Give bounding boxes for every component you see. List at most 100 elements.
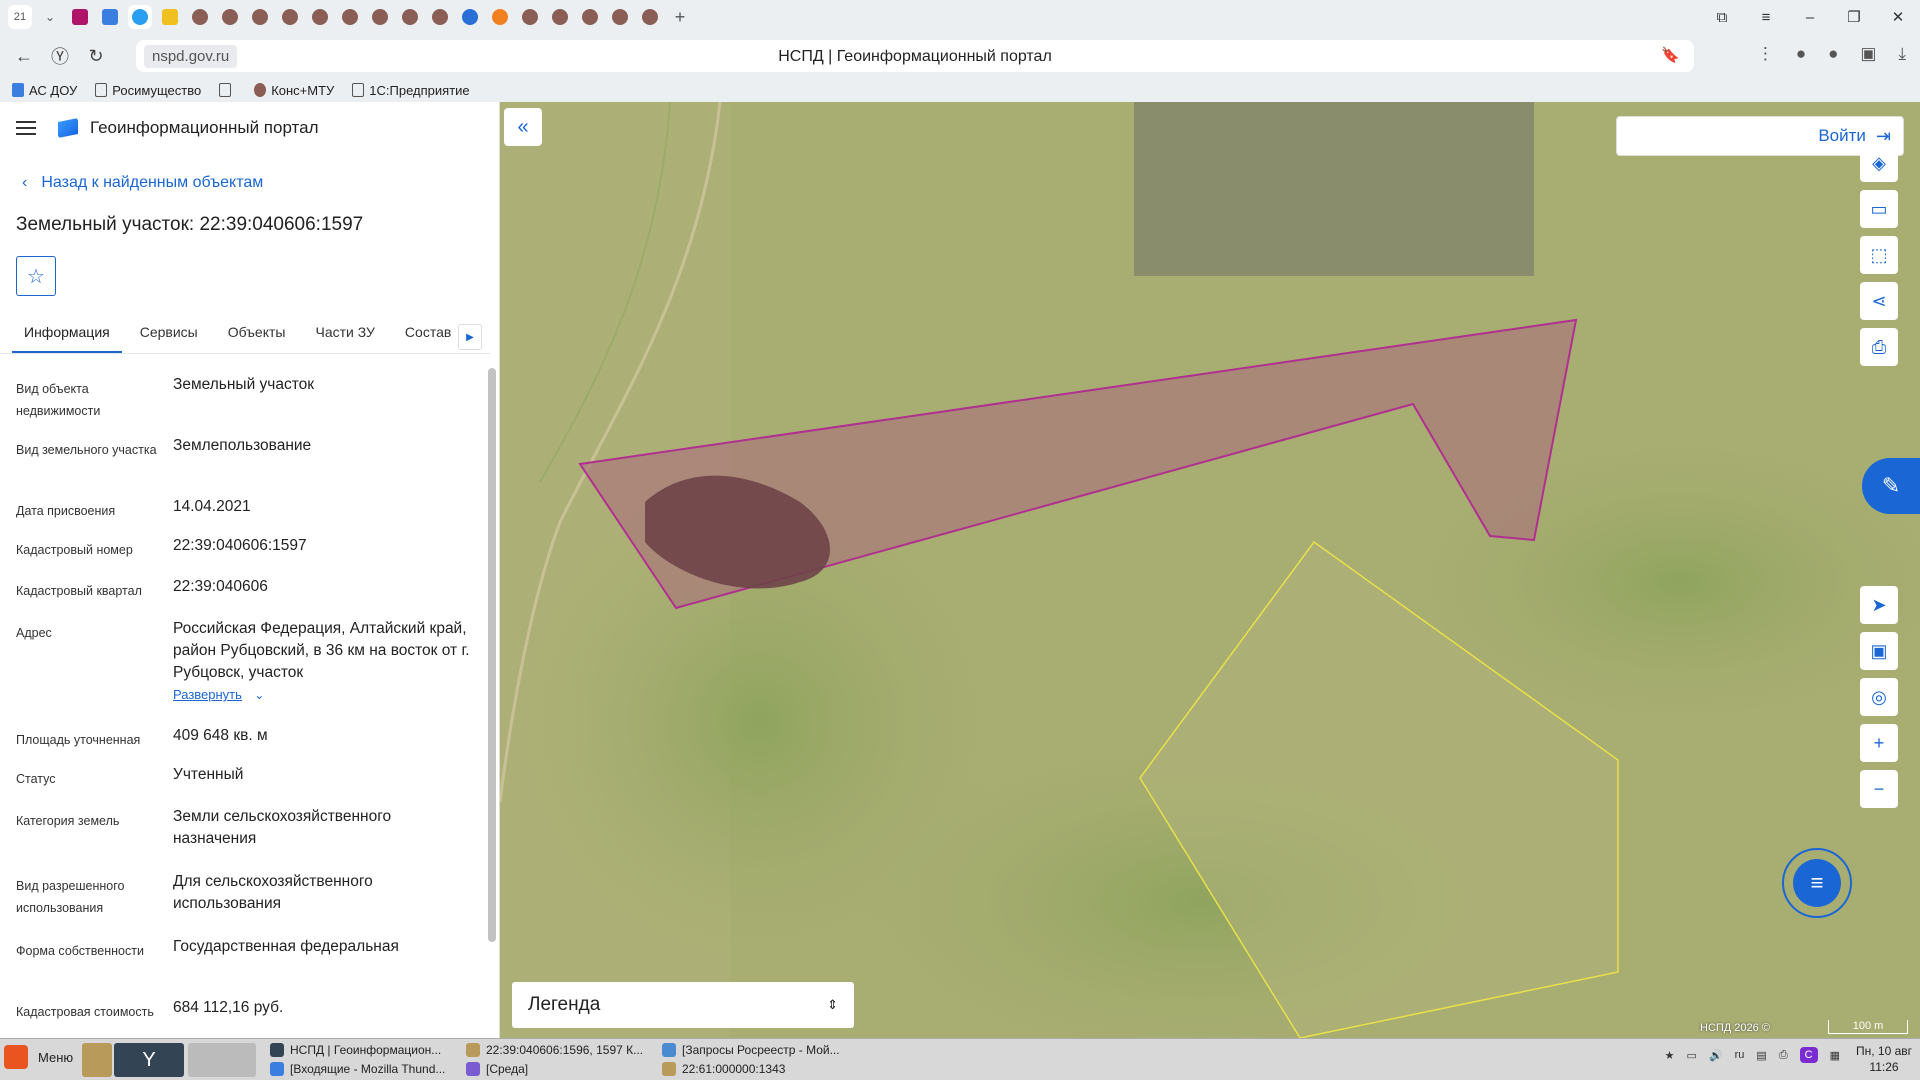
tab-favicon[interactable] <box>518 5 542 29</box>
back-arrow-icon[interactable]: ← <box>6 46 42 67</box>
property-row: Форма собственности Государственная феде… <box>16 934 476 995</box>
monitor-tray-icon[interactable]: ▭ <box>1687 1049 1697 1062</box>
minimize-icon[interactable]: – <box>1788 9 1832 26</box>
reload-icon[interactable]: ↻ <box>78 46 114 67</box>
tab-favicon[interactable] <box>368 5 392 29</box>
restore-icon[interactable]: ❐ <box>1832 8 1876 26</box>
search-point-button[interactable]: ◎ <box>1860 678 1898 716</box>
extension-icon[interactable]: ● <box>1828 44 1838 64</box>
bookmark-item[interactable]: 1С:Предприятие <box>352 83 470 98</box>
tab-favicon[interactable] <box>188 5 212 29</box>
tab-favicon[interactable] <box>308 5 332 29</box>
bookmark-icon[interactable]: 🔖 <box>1661 46 1680 64</box>
start-menu-button[interactable]: Меню <box>4 1045 73 1069</box>
pin-icon[interactable]: ⧉ <box>1700 9 1744 26</box>
tab-favicon[interactable] <box>398 5 422 29</box>
tab-favicon[interactable] <box>158 5 182 29</box>
property-value: 14.04.2021 <box>173 498 251 515</box>
tabs-scroll-right-icon[interactable]: ▶ <box>458 324 482 350</box>
extension-icon[interactable]: ● <box>1796 44 1806 64</box>
chevron-down-icon[interactable]: ⌄ <box>254 688 264 702</box>
tab-favicon[interactable] <box>338 5 362 29</box>
tab-favicon[interactable] <box>248 5 272 29</box>
map-view[interactable]: « Войти ⇥ ◈ ▭ ⬚ ⋖ ⎙ ✎ ➤ ▣ ◎ + − ≡ Легенд… <box>500 102 1920 1038</box>
new-tab-icon[interactable]: + <box>668 5 692 29</box>
tab-favicon[interactable] <box>548 5 572 29</box>
tab-favicon[interactable] <box>638 5 662 29</box>
app-tray-icon[interactable]: C <box>1799 1047 1818 1063</box>
yandex-browser-launcher[interactable]: Y <box>114 1043 184 1077</box>
more-icon[interactable]: ⋮ <box>1757 44 1774 64</box>
downloads-icon[interactable]: ⤓ <box>1898 44 1906 64</box>
tab-favicon[interactable] <box>278 5 302 29</box>
tab-counter[interactable]: 21 <box>8 5 32 29</box>
tab-favicon[interactable] <box>68 5 92 29</box>
tabs-dropdown-icon[interactable]: ⌄ <box>38 5 62 29</box>
expand-address-link[interactable]: Развернуть <box>173 687 242 702</box>
os-taskbar: Меню Y НСПД | Геоинформацион... [Входящи… <box>0 1038 1920 1080</box>
menu-icon[interactable]: ≡ <box>1744 9 1788 26</box>
feedback-tab[interactable]: ✎ <box>1862 458 1920 514</box>
panel-scrollbar[interactable] <box>486 358 498 1038</box>
file-manager-icon[interactable] <box>82 1043 112 1077</box>
folder-tray-icon[interactable]: ▤ <box>1756 1049 1766 1062</box>
favorite-star-button[interactable]: ☆ <box>16 256 56 296</box>
property-row: Дата присвоения 14.04.2021 <box>16 494 476 533</box>
taskbar-task[interactable]: [Входящие - Mozilla Thund... <box>270 1062 445 1076</box>
chat-assistant-button[interactable]: ≡ <box>1782 848 1852 918</box>
tab-favicon[interactable] <box>488 5 512 29</box>
zoom-out-button[interactable]: − <box>1860 770 1898 808</box>
share-button[interactable]: ⋖ <box>1860 282 1898 320</box>
star-tray-icon[interactable]: ★ <box>1665 1049 1675 1062</box>
close-icon[interactable]: ✕ <box>1876 8 1920 26</box>
taskbar-task[interactable]: НСПД | Геоинформацион... <box>270 1043 441 1057</box>
tab-objects[interactable]: Объекты <box>216 320 298 353</box>
bookmark-item[interactable]: Конс+МТУ <box>254 83 334 98</box>
property-value: 22:39:040606 <box>173 578 268 595</box>
scrollbar-thumb[interactable] <box>488 368 496 942</box>
network-icon[interactable]: ▦ <box>1830 1049 1840 1062</box>
zoom-in-button[interactable]: + <box>1860 724 1898 762</box>
tab-services[interactable]: Сервисы <box>128 320 210 353</box>
tab-favicon[interactable] <box>608 5 632 29</box>
tab-favicon-active[interactable] <box>128 5 152 29</box>
system-tray: ★ ▭ 🔊 ru ▤ ⎙ C ▦ <box>1653 1047 1840 1063</box>
tab-favicon[interactable] <box>458 5 482 29</box>
area-select-button[interactable]: ⬚ <box>1860 236 1898 274</box>
tab-favicon[interactable] <box>218 5 242 29</box>
printer-tray-icon[interactable]: ⎙ <box>1779 1049 1788 1062</box>
property-label: Статус <box>16 772 56 786</box>
launcher-slot[interactable] <box>188 1043 256 1077</box>
print-button[interactable]: ⎙ <box>1860 328 1898 366</box>
url-field[interactable]: nspd.gov.ru НСПД | Геоинформационный пор… <box>136 40 1694 72</box>
bookmark-item[interactable]: АС ДОУ <box>12 83 77 98</box>
taskbar-task[interactable]: 22:39:040606:1596, 1597 К... <box>466 1043 643 1057</box>
collections-icon[interactable]: ▣ <box>1860 44 1876 64</box>
minimap-button[interactable]: ▣ <box>1860 632 1898 670</box>
tab-favicon[interactable] <box>578 5 602 29</box>
taskbar-task[interactable]: [Запросы Росреестр - Мой... <box>662 1043 840 1057</box>
taskbar-task[interactable]: [Среда] <box>466 1062 528 1076</box>
geolocation-button[interactable]: ➤ <box>1860 586 1898 624</box>
tab-favicon[interactable] <box>428 5 452 29</box>
clock[interactable]: Пн, 10 авг 11:26 <box>1856 1043 1912 1075</box>
legend-dropdown[interactable]: Легенда ⇕ <box>512 982 854 1028</box>
property-label: Вид объекта недвижимости <box>16 382 101 418</box>
tab-favicon[interactable] <box>98 5 122 29</box>
layers-button[interactable]: ◈ <box>1860 144 1898 182</box>
taskbar-task[interactable]: 22:61:000000:1343 <box>662 1062 785 1076</box>
yandex-icon[interactable]: Ⓨ <box>42 43 78 69</box>
menu-label: Меню <box>38 1049 74 1065</box>
legend-label: Легенда <box>528 994 601 1015</box>
bookmark-item[interactable]: Росимущество <box>95 83 201 98</box>
tab-information[interactable]: Информация <box>12 320 122 353</box>
hamburger-menu-icon[interactable] <box>16 121 36 135</box>
bookmark-item[interactable] <box>219 83 236 97</box>
measure-button[interactable]: ▭ <box>1860 190 1898 228</box>
tab-composition[interactable]: Состав <box>393 320 463 353</box>
tab-parts[interactable]: Части ЗУ <box>303 320 386 353</box>
collapse-panel-button[interactable]: « <box>504 108 542 146</box>
back-to-results-link[interactable]: ‹ Назад к найденным объектам <box>22 174 263 192</box>
keyboard-layout[interactable]: ru <box>1735 1049 1745 1061</box>
volume-icon[interactable]: 🔊 <box>1709 1049 1723 1062</box>
